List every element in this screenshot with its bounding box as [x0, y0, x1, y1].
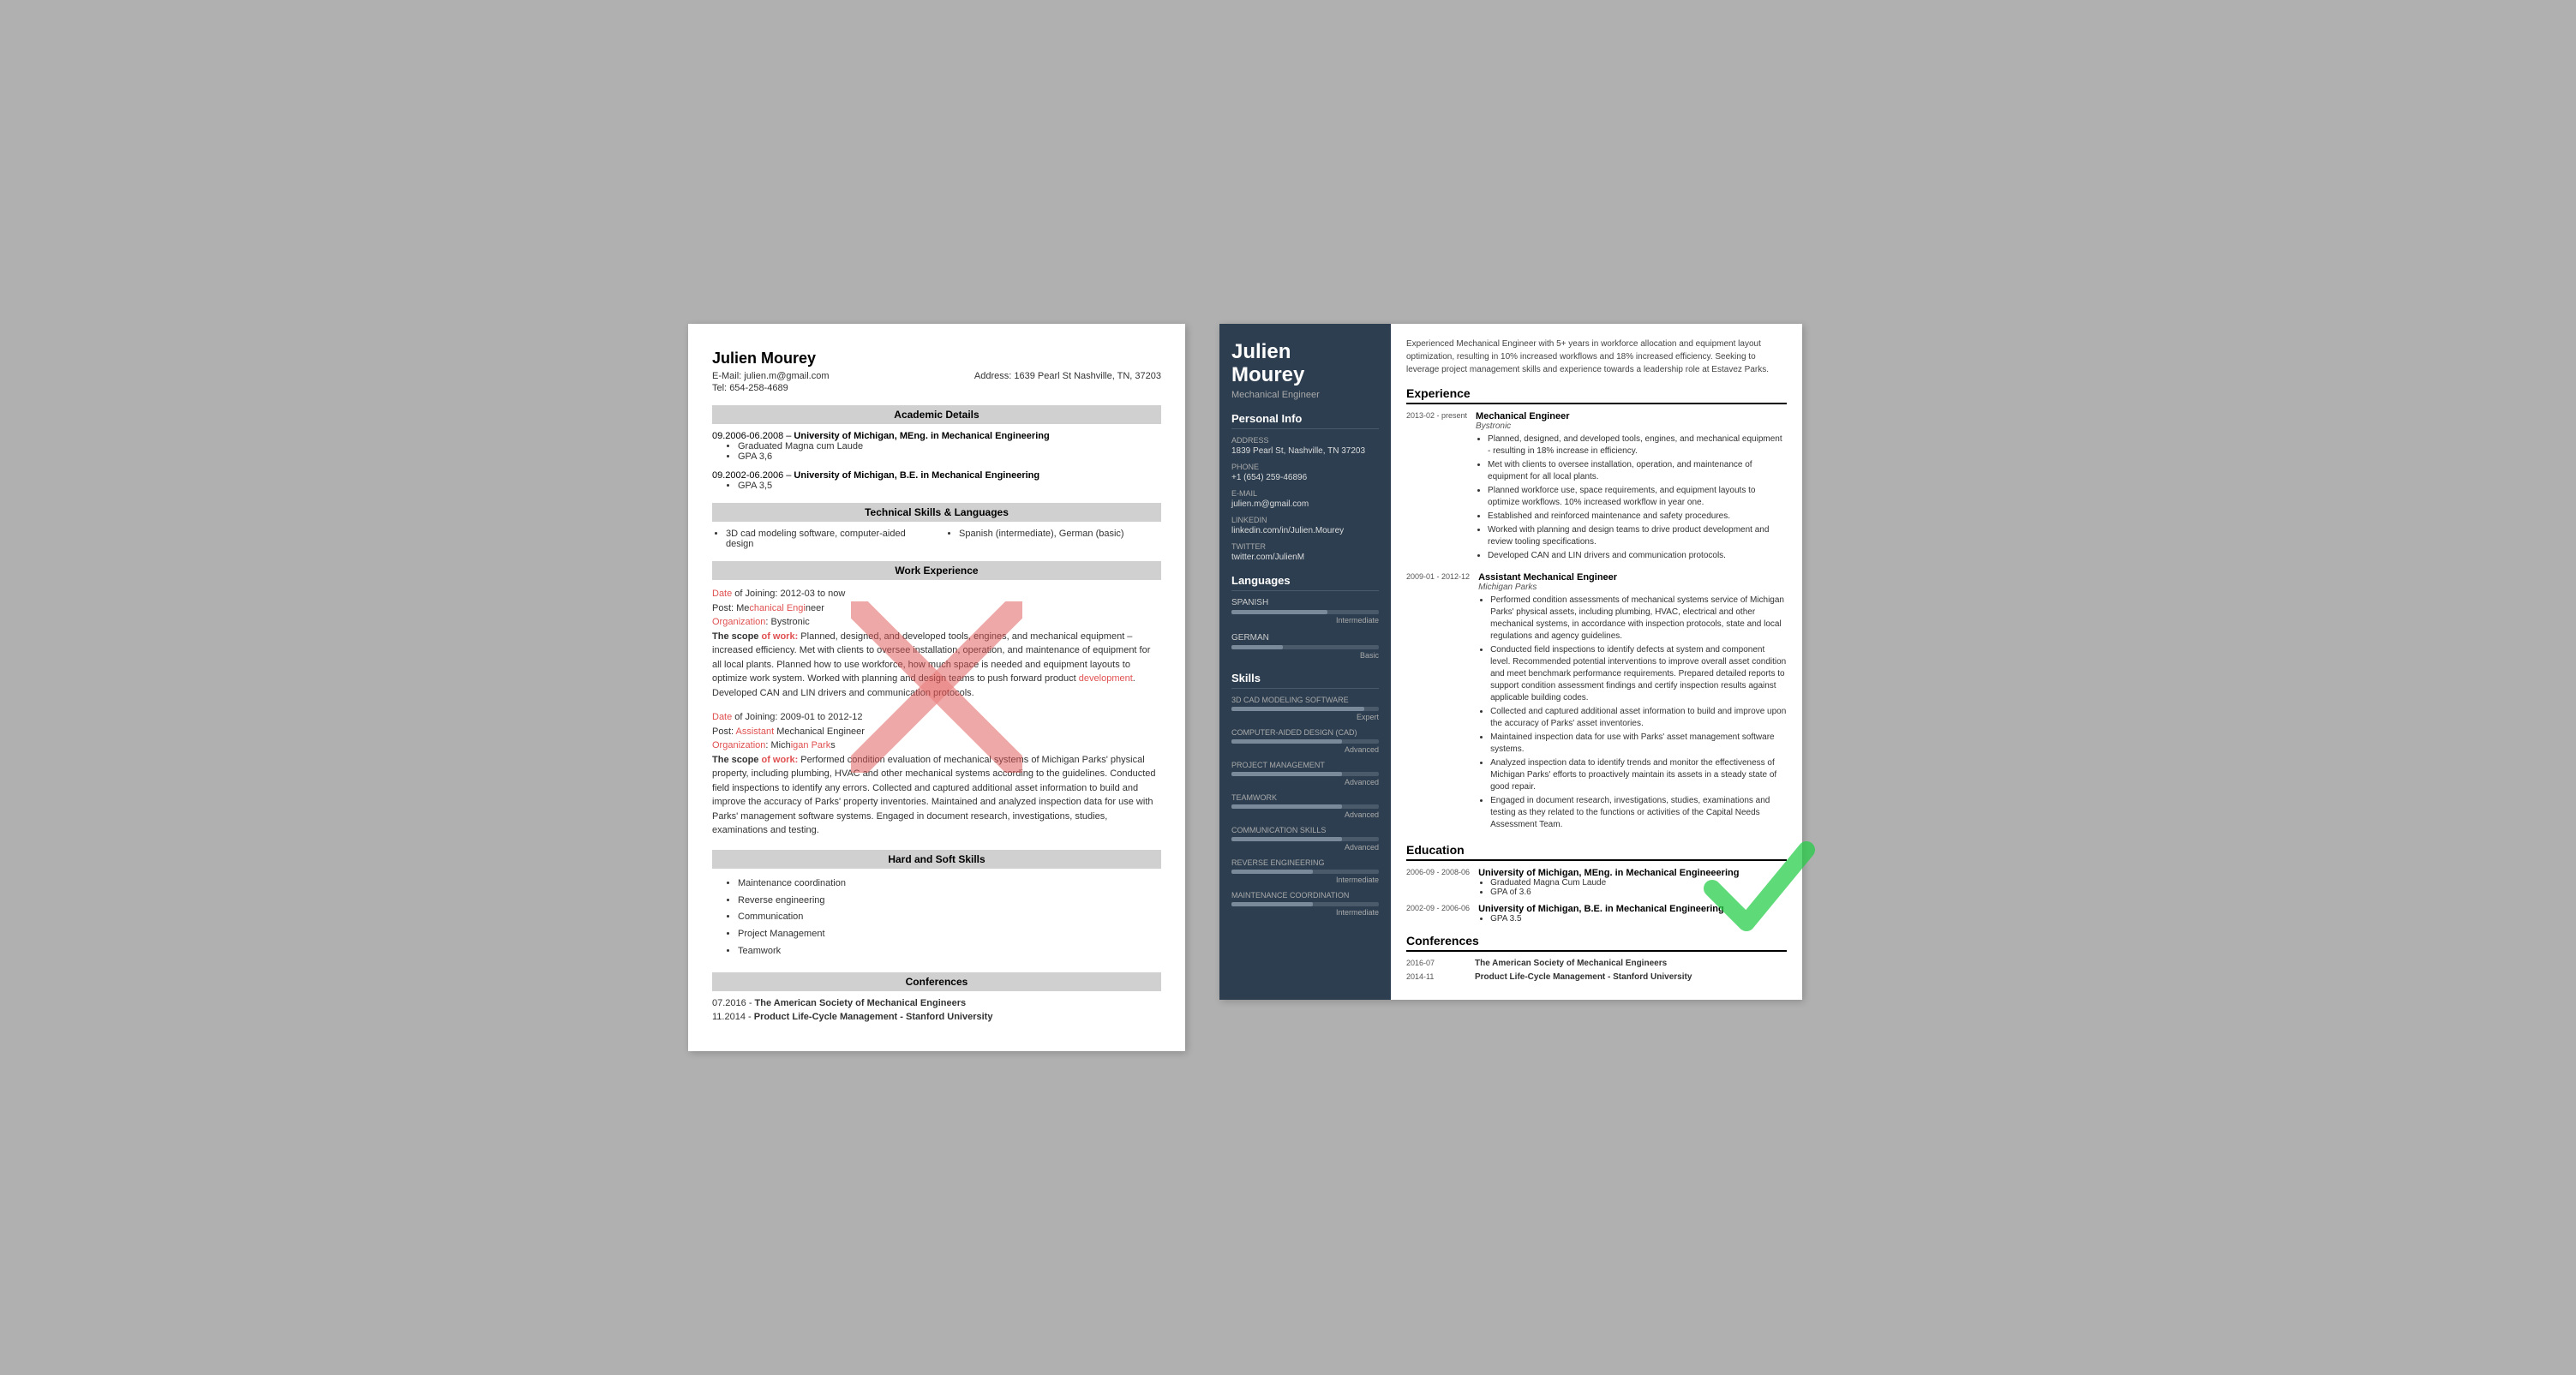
- conference-item: 2014-11 Product Life-Cycle Management - …: [1406, 972, 1787, 982]
- page-container: Julien Mourey E-Mail: julien.m@gmail.com…: [688, 324, 1888, 1050]
- languages-title: Languages: [1231, 574, 1379, 591]
- work-entry-1: Date of Joining: 2012-03 to now Post: Me…: [712, 587, 1161, 700]
- left-address: Address: 1639 Pearl St Nashville, TN, 37…: [974, 371, 1161, 393]
- work-section-bar: Work Experience: [712, 561, 1161, 580]
- work-entry-2: Date of Joining: 2009-01 to 2012-12 Post…: [712, 710, 1161, 838]
- technical-section-bar: Technical Skills & Languages: [712, 503, 1161, 522]
- edu-entry-1: 09.2006-06.2008 – University of Michigan…: [712, 431, 1161, 462]
- left-tel: Tel: 654-258-4689: [712, 383, 830, 393]
- sidebar-email: E-mail julien.m@gmail.com: [1231, 489, 1379, 509]
- skill-item: COMPUTER-AIDED DESIGN (CAD) Advanced: [1231, 728, 1379, 754]
- skill-item: 3D CAD MODELING SOFTWARE Expert: [1231, 696, 1379, 721]
- sidebar-last-name: Mourey: [1231, 364, 1379, 386]
- academic-section-bar: Academic Details: [712, 405, 1161, 424]
- hard-skills-list: Maintenance coordination Reverse enginee…: [712, 876, 1161, 960]
- left-contact: E-Mail: julien.m@gmail.com Tel: 654-258-…: [712, 371, 1161, 393]
- sidebar-first-name: Julien: [1231, 341, 1379, 363]
- conf-left-2: 11.2014 - Product Life-Cycle Management …: [712, 1012, 1161, 1022]
- edu-entry-2: 09.2002-06.2006 – University of Michigan…: [712, 470, 1161, 491]
- sidebar: Julien Mourey Mechanical Engineer Person…: [1219, 324, 1391, 1000]
- language-item: SPANISH Intermediate: [1231, 598, 1379, 625]
- experience-section-title: Experience: [1406, 386, 1787, 404]
- resume-right: Julien Mourey Mechanical Engineer Person…: [1219, 324, 1802, 1000]
- experience-item: 2009-01 - 2012-12 Assistant Mechanical E…: [1406, 572, 1787, 833]
- sidebar-twitter: Twitter twitter.com/JulienM: [1231, 542, 1379, 562]
- skill-item: MAINTENANCE COORDINATION Intermediate: [1231, 891, 1379, 917]
- sidebar-title: Mechanical Engineer: [1231, 390, 1379, 400]
- resume-left: Julien Mourey E-Mail: julien.m@gmail.com…: [688, 324, 1185, 1050]
- conference-item: 2016-07 The American Society of Mechanic…: [1406, 959, 1787, 968]
- conf-left-1: 07.2016 - The American Society of Mechan…: [712, 998, 1161, 1008]
- sidebar-name-block: Julien Mourey Mechanical Engineer: [1231, 341, 1379, 400]
- education-item: 2006-09 - 2008-06 University of Michigan…: [1406, 868, 1787, 897]
- sidebar-linkedin: LinkedIn linkedin.com/in/Julien.Mourey: [1231, 516, 1379, 535]
- left-header: Julien Mourey E-Mail: julien.m@gmail.com…: [712, 350, 1161, 393]
- left-name: Julien Mourey: [712, 350, 1161, 368]
- experience-container: 2013-02 - present Mechanical Engineer By…: [1406, 411, 1787, 833]
- hard-skills-section-bar: Hard and Soft Skills: [712, 850, 1161, 869]
- education-section-title: Education: [1406, 843, 1787, 861]
- edu-title-2: 09.2002-06.2006 – University of Michigan…: [712, 470, 1161, 481]
- languages-container: SPANISH Intermediate GERMAN Basic: [1231, 598, 1379, 660]
- skill-item: PROJECT MANAGEMENT Advanced: [1231, 761, 1379, 786]
- personal-info-title: Personal Info: [1231, 412, 1379, 429]
- skills-container: 3D CAD MODELING SOFTWARE Expert COMPUTER…: [1231, 696, 1379, 917]
- left-contact-left: E-Mail: julien.m@gmail.com Tel: 654-258-…: [712, 371, 830, 393]
- edu-title-1: 09.2006-06.2008 – University of Michigan…: [712, 431, 1161, 441]
- experience-item: 2013-02 - present Mechanical Engineer By…: [1406, 411, 1787, 564]
- edu-details-2: GPA 3,5: [728, 481, 1161, 491]
- sidebar-phone: Phone +1 (654) 259-46896: [1231, 463, 1379, 482]
- skill-item: TEAMWORK Advanced: [1231, 793, 1379, 819]
- skill-item: REVERSE ENGINEERING Intermediate: [1231, 858, 1379, 884]
- education-item: 2002-09 - 2006-06 University of Michigan…: [1406, 904, 1787, 924]
- conferences-container: 2016-07 The American Society of Mechanic…: [1406, 959, 1787, 982]
- education-container: 2006-09 - 2008-06 University of Michigan…: [1406, 868, 1787, 924]
- skills-title: Skills: [1231, 672, 1379, 689]
- conferences-section-bar: Conferences: [712, 972, 1161, 991]
- skills-columns: 3D cad modeling software, computer-aided…: [712, 529, 1161, 549]
- skill-item: COMMUNICATION SKILLS Advanced: [1231, 826, 1379, 852]
- edu-details-1: Graduated Magna cum Laude GPA 3,6: [728, 441, 1161, 462]
- language-item: GERMAN Basic: [1231, 633, 1379, 660]
- conferences-section-title: Conferences: [1406, 934, 1787, 952]
- left-email: E-Mail: julien.m@gmail.com: [712, 371, 830, 381]
- summary: Experienced Mechanical Engineer with 5+ …: [1406, 338, 1787, 376]
- main-content: Experienced Mechanical Engineer with 5+ …: [1391, 324, 1802, 1000]
- skills-col-left: 3D cad modeling software, computer-aided…: [712, 529, 928, 549]
- skills-col-right: Spanish (intermediate), German (basic): [945, 529, 1161, 549]
- sidebar-address: Address 1839 Pearl St, Nashville, TN 372…: [1231, 436, 1379, 456]
